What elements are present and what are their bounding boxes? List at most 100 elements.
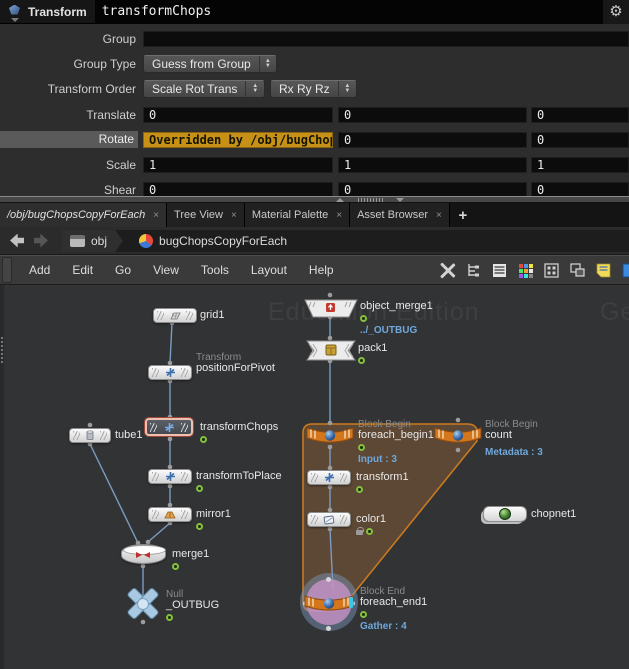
node-count[interactable]: [434, 425, 482, 446]
obj-icon: [70, 235, 85, 247]
tab-material-palette[interactable]: Material Palette ×: [245, 203, 350, 227]
color-palette-icon[interactable]: [517, 262, 534, 279]
lock-icon: [356, 530, 363, 535]
node-OUTBUG-null[interactable]: [123, 588, 163, 620]
spinner-icon[interactable]: ▲▼: [259, 56, 276, 72]
wire[interactable]: [90, 444, 138, 543]
sticky-note-icon[interactable]: [595, 262, 612, 279]
node-type-label: Transform: [28, 5, 87, 19]
template-flag-badge[interactable]: [196, 523, 203, 530]
parameter-header: Transform transformChops ⚙: [0, 0, 629, 24]
menu-layout[interactable]: Layout: [240, 263, 298, 277]
breadcrumb-obj[interactable]: obj: [62, 230, 115, 252]
tab-tree-view[interactable]: Tree View ×: [167, 203, 245, 227]
template-flag-badge[interactable]: [356, 486, 363, 493]
breadcrumb: obj bugChopsCopyForEach: [62, 230, 629, 252]
back-arrow-icon[interactable]: [10, 234, 24, 248]
menu-tools[interactable]: Tools: [190, 263, 240, 277]
menu-go[interactable]: Go: [104, 263, 142, 277]
transform-node-icon[interactable]: [6, 4, 24, 20]
template-flag-badge[interactable]: [172, 563, 179, 570]
template-flag-badge[interactable]: [196, 485, 203, 492]
menu-view[interactable]: View: [142, 263, 190, 277]
node-foreach_begin1[interactable]: [306, 425, 354, 446]
block-info-text: Metadata : 3: [485, 447, 543, 458]
rotate-z-field[interactable]: 0: [531, 132, 629, 148]
node-mirror1[interactable]: [148, 507, 192, 522]
template-flag-badge[interactable]: [366, 528, 373, 535]
wire[interactable]: [170, 323, 172, 363]
menu-help[interactable]: Help: [298, 263, 345, 277]
template-flag-badge[interactable]: [166, 614, 173, 621]
transform-order-dropdown[interactable]: Scale Rot Trans ▲▼: [143, 80, 265, 98]
rotate-x-field-overridden[interactable]: Overridden by /obj/bugChops: [143, 132, 333, 148]
expand-down-icon[interactable]: [396, 198, 404, 202]
forward-arrow-icon[interactable]: [34, 234, 48, 248]
breadcrumb-separator: [115, 230, 123, 252]
node-reference-path: ../_OUTBUG: [360, 325, 433, 336]
scale-label: Scale: [0, 157, 136, 174]
template-flag-badge[interactable]: [360, 611, 367, 618]
tab-asset-browser[interactable]: Asset Browser ×: [350, 203, 450, 227]
scale-x-field[interactable]: 1: [143, 157, 333, 173]
node-tube1[interactable]: [69, 428, 111, 443]
color-sop-icon: [323, 515, 335, 525]
menu-edit[interactable]: Edit: [61, 263, 104, 277]
pane-divider[interactable]: [0, 196, 629, 203]
translate-y-field[interactable]: 0: [338, 107, 527, 123]
houdini-window: Transform transformChops ⚙ Group Group T…: [0, 0, 629, 669]
template-flag-badge[interactable]: [358, 444, 365, 451]
tab-network-path[interactable]: /obj/bugChopsCopyForEach ×: [0, 203, 167, 227]
group-type-dropdown[interactable]: Guess from Group ▲▼: [143, 55, 277, 73]
merge-sop-icon: [134, 550, 152, 560]
block-info-text: Gather : 4: [360, 621, 427, 632]
node-transformChops-selected[interactable]: [145, 418, 193, 436]
display-flag-bar[interactable]: [349, 597, 353, 608]
translate-x-field[interactable]: 0: [143, 107, 333, 123]
scale-y-field[interactable]: 1: [338, 157, 527, 173]
tools-icon[interactable]: [439, 262, 456, 279]
gear-icon[interactable]: ⚙: [603, 0, 629, 24]
toolbar-grip[interactable]: [2, 257, 12, 283]
close-icon[interactable]: ×: [336, 210, 342, 221]
node-object_merge1[interactable]: [304, 299, 358, 318]
node-label: chopnet1: [531, 509, 576, 520]
node-name-input[interactable]: transformChops: [95, 0, 603, 24]
close-icon[interactable]: ×: [153, 210, 159, 221]
node-label: transformToPlace: [196, 471, 282, 482]
node-transform1[interactable]: [307, 470, 351, 485]
close-icon[interactable]: ×: [231, 210, 237, 221]
group-field[interactable]: [143, 31, 629, 47]
wire[interactable]: [148, 523, 170, 542]
list-icon[interactable]: [491, 262, 508, 279]
grid-layout-icon[interactable]: [543, 262, 560, 279]
divider-grip[interactable]: [358, 198, 384, 202]
spinner-icon[interactable]: ▲▼: [245, 81, 264, 97]
node-transformToPlace[interactable]: [148, 469, 192, 484]
close-icon[interactable]: ×: [436, 210, 442, 221]
template-flag-badge[interactable]: [358, 357, 365, 364]
menu-add[interactable]: Add: [18, 263, 61, 277]
node-positionForPivot[interactable]: [148, 365, 192, 380]
breadcrumb-current[interactable]: bugChopsCopyForEach: [131, 230, 295, 252]
template-flag-badge[interactable]: [360, 315, 367, 322]
translate-z-field[interactable]: 0: [531, 107, 629, 123]
node-foreach_end1[interactable]: [304, 592, 354, 614]
template-flag-badge[interactable]: [200, 436, 207, 443]
rotate-order-dropdown[interactable]: Rx Ry Rz ▲▼: [270, 80, 357, 98]
tree-view-icon[interactable]: [465, 262, 482, 279]
rotate-y-field[interactable]: 0: [338, 132, 527, 148]
spinner-icon[interactable]: ▲▼: [338, 81, 356, 97]
grid-sop-icon: [169, 311, 182, 321]
node-grid1[interactable]: [153, 308, 197, 323]
node-pack1[interactable]: [306, 340, 356, 361]
add-tab-button[interactable]: +: [450, 203, 476, 227]
windows-icon[interactable]: [569, 262, 586, 279]
scale-z-field[interactable]: 1: [531, 157, 629, 173]
network-editor[interactable]: Education Edition Ge: [0, 285, 629, 669]
clipped-panel-icon[interactable]: [621, 262, 629, 279]
expand-up-icon[interactable]: [336, 198, 344, 202]
node-chopnet1[interactable]: [483, 506, 527, 522]
node-label: tube1: [115, 430, 143, 441]
node-color1[interactable]: [307, 512, 351, 527]
